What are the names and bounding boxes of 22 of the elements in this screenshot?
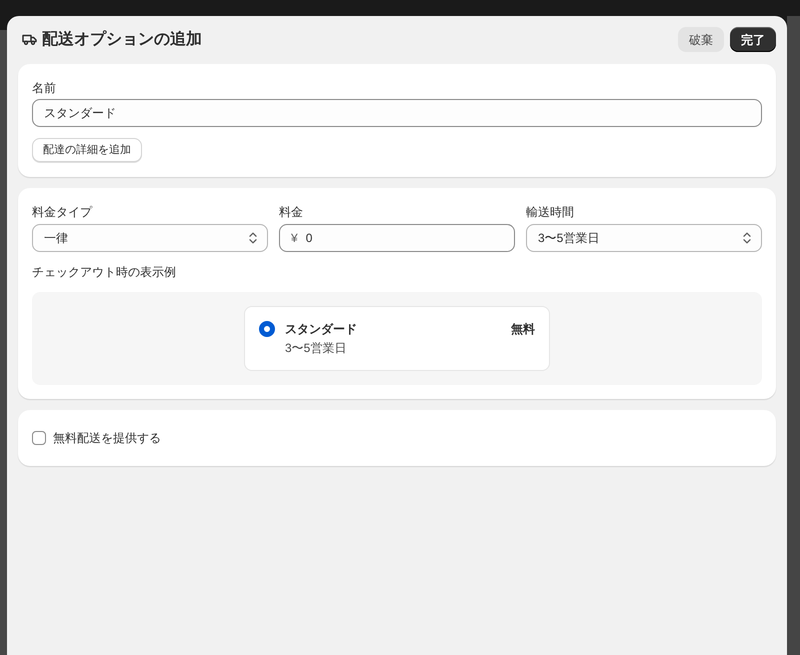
field-label: 料金タイプ <box>32 204 94 220</box>
chevron-up-down-icon <box>743 232 751 244</box>
add-details-button[interactable]: 配達の詳細を追加 <box>32 138 142 162</box>
truck-icon <box>22 34 37 45</box>
option-price: 無料 <box>511 321 535 337</box>
dropdown-field[interactable]: 一律 <box>32 224 268 252</box>
option-name: スタンダード <box>285 321 357 337</box>
modal-title: 配送オプションの追加 <box>42 30 202 50</box>
done-button[interactable]: 完了 <box>730 27 776 52</box>
field-label: 料金 <box>279 204 304 220</box>
field-label: チェックアウト時の表示例 <box>32 264 177 280</box>
checkbox[interactable] <box>32 431 46 445</box>
radio-button[interactable] <box>259 321 275 337</box>
discard-button[interactable]: 破棄 <box>678 27 724 52</box>
field-label: 輸送時間 <box>526 204 575 220</box>
option-detail: 3〜5営業日 <box>285 340 346 356</box>
field-label: 名前 <box>32 80 56 96</box>
price-input[interactable]: ¥ 0 <box>279 224 515 252</box>
dropdown-field[interactable]: 3〜5営業日 <box>526 224 762 252</box>
checkbox-label: 無料配送を提供する <box>53 430 161 446</box>
chevron-up-down-icon <box>249 232 257 244</box>
name-input[interactable]: スタンダード <box>32 99 762 127</box>
